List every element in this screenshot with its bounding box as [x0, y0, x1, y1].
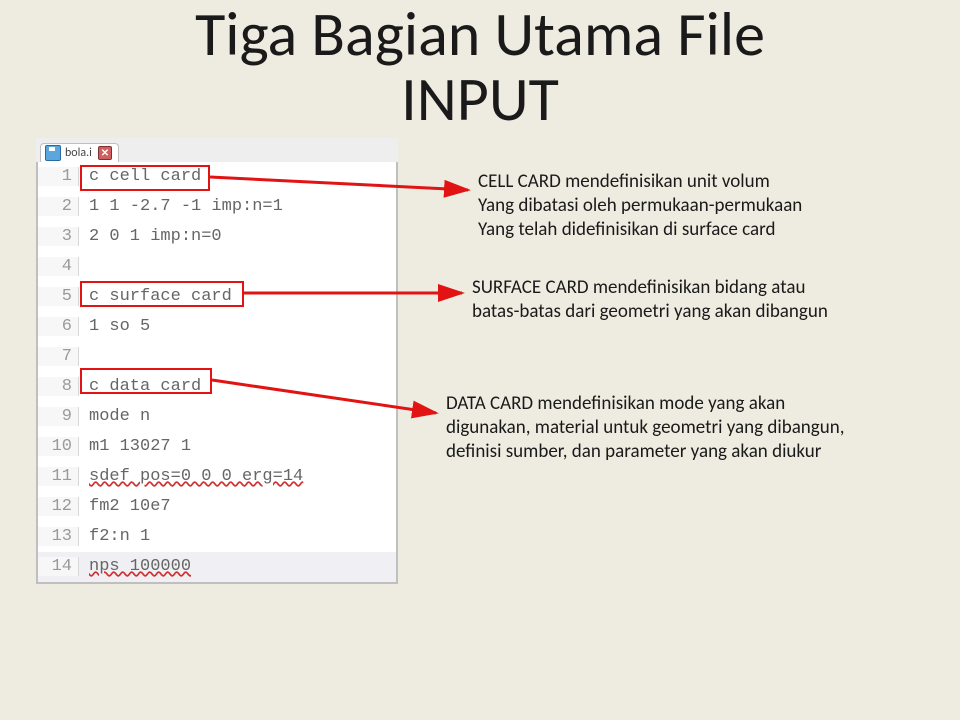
- line-number: 3: [38, 227, 79, 246]
- line-number: 5: [38, 287, 79, 306]
- editor-tabbar: bola.i ✕: [36, 138, 398, 164]
- code-line: 5c surface card: [38, 282, 396, 312]
- code-text: c surface card: [79, 287, 232, 306]
- code-line: 13f2:n 1: [38, 522, 396, 552]
- code-text: m1 13027 1: [79, 437, 191, 456]
- code-text: fm2 10e7: [79, 497, 171, 516]
- anno-cell-l2: Yang dibatasi oleh permukaan-permukaan: [478, 194, 802, 217]
- line-number: 12: [38, 497, 79, 516]
- code-text: nps 100000: [79, 557, 191, 576]
- anno-data-l2: digunakan, material untuk geometri yang …: [446, 416, 844, 439]
- slide: Tiga Bagian Utama File INPUT bola.i ✕ 1c…: [0, 0, 960, 720]
- code-line: 9mode n: [38, 402, 396, 432]
- close-icon[interactable]: ✕: [98, 146, 112, 160]
- code-line: 21 1 -2.7 -1 imp:n=1: [38, 192, 396, 222]
- annotation-cell-card: CELL CARD mendefinisikan unit volum Yang…: [478, 170, 802, 241]
- file-tab-label: bola.i: [65, 146, 92, 160]
- code-text: mode n: [79, 407, 150, 426]
- anno-data-l3: definisi sumber, dan parameter yang akan…: [446, 440, 821, 463]
- code-text: c cell card: [79, 167, 201, 186]
- code-line: 32 0 1 imp:n=0: [38, 222, 396, 252]
- slide-title: Tiga Bagian Utama File INPUT: [0, 2, 960, 132]
- annotation-surface-card: SURFACE CARD mendefinisikan bidang atau …: [472, 276, 828, 324]
- code-line: 4: [38, 252, 396, 282]
- code-line: 1c cell card: [38, 162, 396, 192]
- code-line: 7: [38, 342, 396, 372]
- line-number: 14: [38, 557, 79, 576]
- line-number: 8: [38, 377, 79, 396]
- code-text: 1 so 5: [79, 317, 150, 336]
- anno-data-l1: DATA CARD mendefinisikan mode yang akan: [446, 392, 785, 415]
- code-line: 10m1 13027 1: [38, 432, 396, 462]
- code-editor: 1c cell card21 1 -2.7 -1 imp:n=132 0 1 i…: [36, 162, 398, 584]
- anno-cell-l1: CELL CARD mendefinisikan unit volum: [478, 170, 770, 193]
- line-number: 11: [38, 467, 79, 486]
- line-number: 1: [38, 167, 79, 186]
- code-line: 12fm2 10e7: [38, 492, 396, 522]
- code-text: f2:n 1: [79, 527, 150, 546]
- anno-surface-l2: batas-batas dari geometri yang akan diba…: [472, 300, 828, 323]
- line-number: 13: [38, 527, 79, 546]
- annotation-data-card: DATA CARD mendefinisikan mode yang akan …: [446, 392, 844, 463]
- line-number: 6: [38, 317, 79, 336]
- code-text: 2 0 1 imp:n=0: [79, 227, 222, 246]
- code-line: 61 so 5: [38, 312, 396, 342]
- code-text: sdef pos=0 0 0 erg=14: [79, 467, 303, 486]
- code-line: 11sdef pos=0 0 0 erg=14: [38, 462, 396, 492]
- code-line: 14nps 100000: [38, 552, 396, 582]
- anno-cell-l3: Yang telah didefinisikan di surface card: [478, 218, 776, 241]
- line-number: 9: [38, 407, 79, 426]
- file-tab[interactable]: bola.i ✕: [40, 143, 119, 162]
- code-line: 8c data card: [38, 372, 396, 402]
- anno-surface-l1: SURFACE CARD mendefinisikan bidang atau: [472, 276, 805, 299]
- line-number: 7: [38, 347, 79, 366]
- title-line-2: INPUT: [401, 61, 559, 137]
- line-number: 4: [38, 257, 79, 276]
- line-number: 10: [38, 437, 79, 456]
- line-number: 2: [38, 197, 79, 216]
- save-icon: [45, 145, 61, 161]
- code-text: 1 1 -2.7 -1 imp:n=1: [79, 197, 283, 216]
- code-text: c data card: [79, 377, 201, 396]
